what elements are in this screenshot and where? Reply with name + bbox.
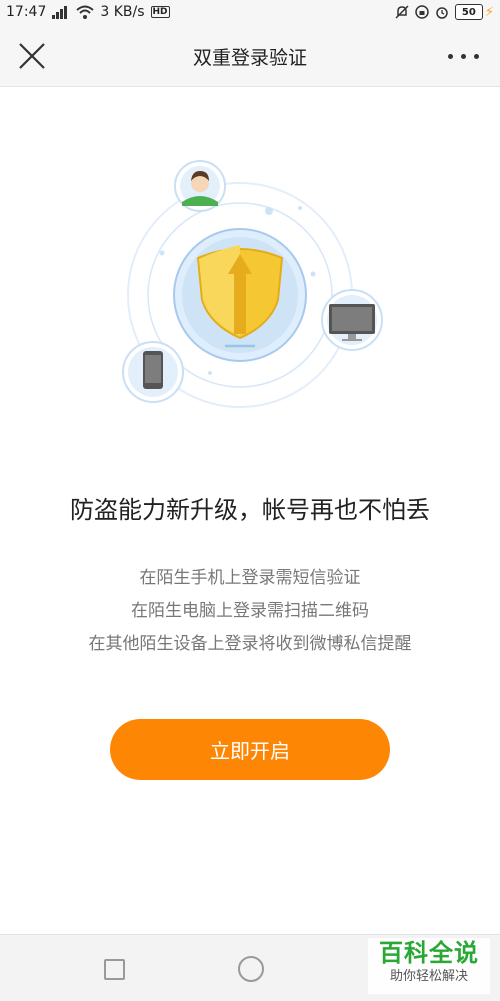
computer-icon xyxy=(321,289,383,351)
watermark-logo: 百科全说 助你轻松解决 xyxy=(368,938,490,994)
headline: 防盗能力新升级，帐号再也不怕丢 xyxy=(70,496,430,524)
security-illustration xyxy=(122,160,383,408)
hd-badge-icon: HD xyxy=(150,6,170,18)
wifi-icon xyxy=(76,5,95,19)
description-line: 在陌生电脑上登录需扫描二维码 xyxy=(131,601,369,621)
user-avatar-icon xyxy=(174,160,226,212)
enable-now-button-label: 立即开启 xyxy=(210,739,290,763)
page-title: 双重登录验证 xyxy=(192,47,307,69)
home-icon[interactable] xyxy=(238,956,264,982)
cellular-signal-icon xyxy=(52,5,70,19)
status-time: 17:47 xyxy=(6,4,47,20)
nav-bar: 双重登录验证 xyxy=(0,26,500,87)
more-options-icon[interactable] xyxy=(446,40,482,72)
enable-now-button[interactable]: 立即开启 xyxy=(110,719,390,780)
phone-icon xyxy=(122,341,184,403)
battery-icon: 50 xyxy=(454,4,483,20)
bell-muted-icon xyxy=(395,5,409,19)
network-speed: 3 KB/s xyxy=(100,4,145,20)
description-line: 在陌生手机上登录需短信验证 xyxy=(139,568,361,588)
lock-rotation-icon xyxy=(415,5,429,19)
charging-icon: ⚡ xyxy=(484,4,494,20)
battery-level: 50 xyxy=(461,6,476,18)
recent-apps-icon[interactable] xyxy=(104,959,125,980)
status-bar: 17:47 3 KB/s HD 50 ⚡ xyxy=(0,0,500,26)
description-line: 在其他陌生设备上登录将收到微博私信提醒 xyxy=(88,634,412,654)
watermark-sub-text: 助你轻松解决 xyxy=(389,969,468,984)
watermark-main-text: 百科全说 xyxy=(379,939,479,967)
alarm-icon xyxy=(436,7,448,19)
